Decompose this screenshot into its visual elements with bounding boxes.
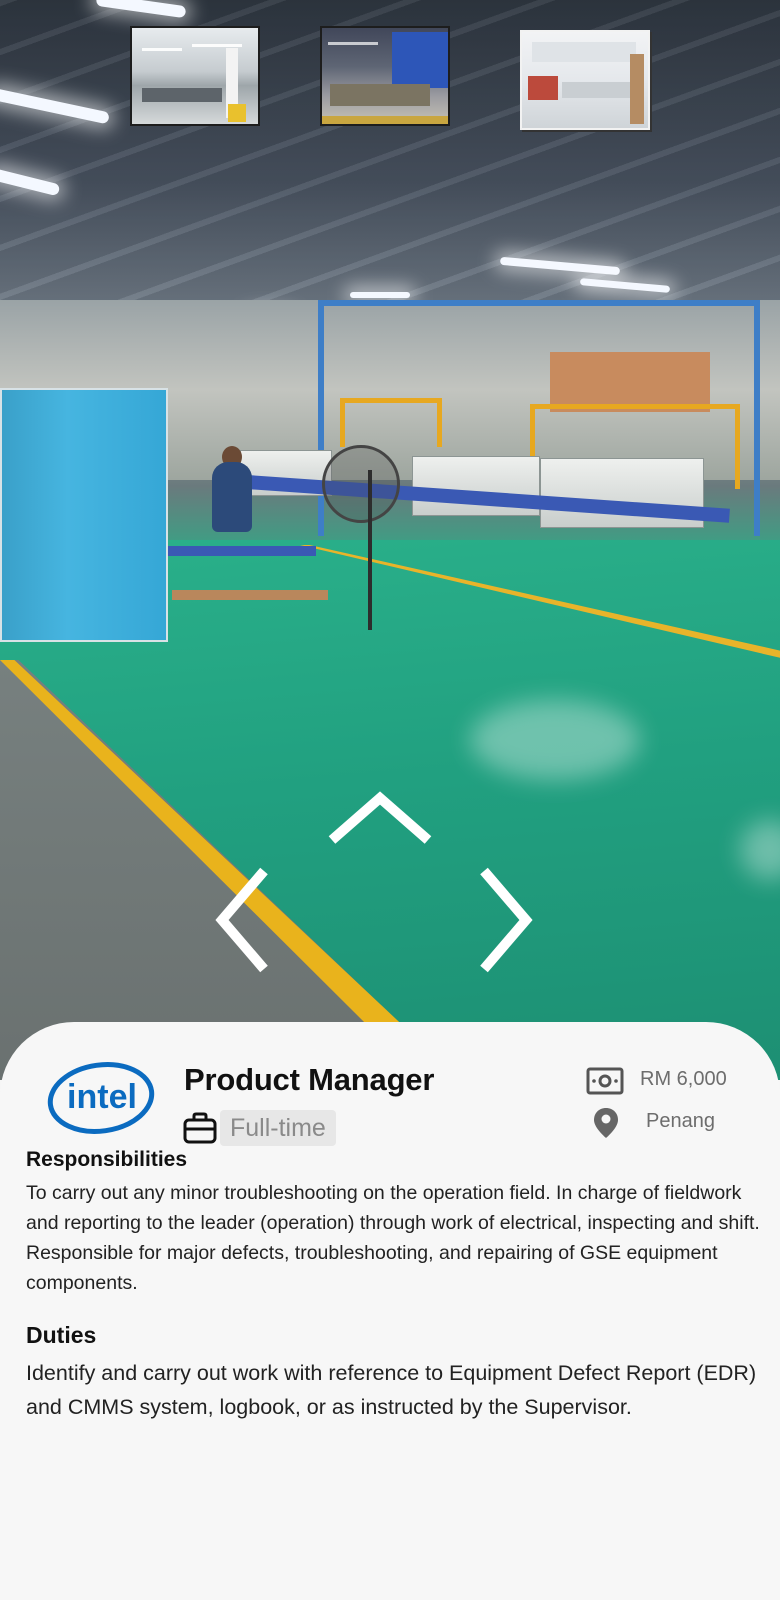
machinery-thumbnail[interactable] xyxy=(320,26,450,126)
worker xyxy=(212,462,252,532)
floor-reflection xyxy=(470,700,640,780)
fan-stand xyxy=(368,470,372,630)
location-value: Penang xyxy=(646,1110,715,1132)
chevron-up-icon[interactable] xyxy=(326,790,434,846)
workbench xyxy=(172,590,328,600)
responsibilities-heading: Responsibilities xyxy=(26,1148,188,1171)
ceiling-light xyxy=(350,292,410,298)
workbench xyxy=(166,546,316,556)
standing-fan xyxy=(322,445,400,523)
factory-floor-thumbnail[interactable] xyxy=(130,26,260,126)
duties-text: Identify and carry out work with referen… xyxy=(26,1361,757,1419)
job-hero-photo xyxy=(0,0,780,1080)
lab-room-thumbnail[interactable] xyxy=(520,30,650,130)
company-logo: intel xyxy=(46,1060,156,1136)
briefcase-icon xyxy=(182,1110,218,1146)
job-title: Product Manager xyxy=(184,1062,435,1097)
location-pin-icon xyxy=(592,1106,620,1140)
chevron-left-icon[interactable] xyxy=(212,865,272,975)
job-detail-card: intel Product Manager Full-time RM 6,000… xyxy=(0,1022,780,1600)
job-type-badge: Full-time xyxy=(220,1110,336,1146)
intel-logo-text: intel xyxy=(67,1078,137,1116)
responsibilities-text: To carry out any minor troubleshooting o… xyxy=(26,1182,760,1294)
money-icon xyxy=(586,1066,624,1096)
salary-value: RM 6,000 xyxy=(640,1068,727,1090)
duties-heading: Duties xyxy=(26,1322,97,1348)
blue-cabinet xyxy=(0,388,168,642)
chevron-right-icon[interactable] xyxy=(476,865,536,975)
